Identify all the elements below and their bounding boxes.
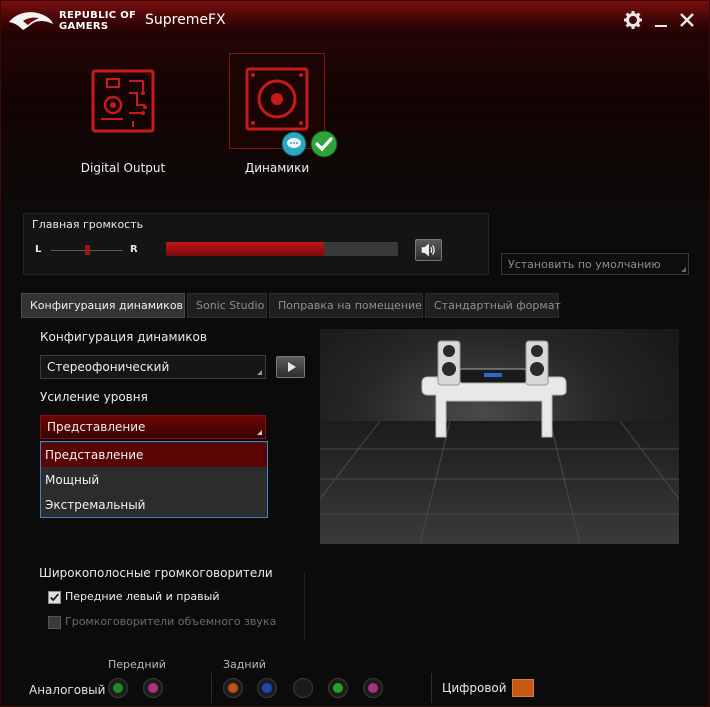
- jack-color: [298, 683, 308, 693]
- gain-option-extreme[interactable]: Экстремальный: [41, 493, 267, 517]
- jack-color: [333, 683, 343, 693]
- left-channel-label: L: [35, 244, 42, 255]
- jack-separator: [211, 673, 212, 703]
- set-default-corner-icon: [681, 267, 686, 272]
- surround-label: Громкоговорители объемного звука: [65, 615, 277, 628]
- tab-room-correction[interactable]: Поправка на помещение: [269, 293, 423, 318]
- minimize-icon[interactable]: [651, 10, 671, 30]
- gain-option-powerful[interactable]: Мощный: [41, 468, 267, 492]
- digital-port-icon[interactable]: [512, 679, 534, 697]
- close-icon[interactable]: [677, 10, 697, 30]
- speaker-preview-image: [320, 329, 679, 544]
- master-volume-panel: Главная громкость L R: [23, 213, 489, 275]
- checkmark-icon: [310, 130, 338, 158]
- gain-dropdown-list: Представление Мощный Экстремальный: [40, 441, 268, 518]
- speaker-config-value: Стереофонический: [47, 360, 170, 374]
- rear-jacks-label: Задний: [223, 658, 266, 671]
- front-jacks-label: Передний: [108, 658, 166, 671]
- set-default-button[interactable]: Установить по умолчанию: [501, 253, 689, 275]
- wideband-title: Широкополосные громкоговорители: [39, 566, 273, 580]
- jack-color: [148, 683, 158, 693]
- surround-checkbox[interactable]: Громкоговорители объемного звука: [48, 615, 278, 631]
- rear-jack-green[interactable]: [328, 678, 348, 698]
- speaker-config-select[interactable]: Стереофонический: [40, 355, 266, 379]
- balance-slider-handle[interactable]: [85, 245, 90, 255]
- jack-color: [228, 683, 238, 693]
- dropdown-corner-icon: [257, 370, 262, 375]
- front-jack-green[interactable]: [108, 678, 128, 698]
- digital-label: Цифровой: [442, 681, 507, 695]
- mute-speaker-icon[interactable]: [415, 239, 442, 261]
- speaker-stage-illustration: [320, 340, 679, 544]
- checkbox-checked-icon: [48, 591, 61, 604]
- tab-default-format[interactable]: Стандартный формат: [425, 293, 561, 318]
- brand-text: REPUBLIC OF GAMERS: [59, 10, 136, 32]
- gain-option-performance[interactable]: Представление: [41, 443, 267, 467]
- rear-jack-pink[interactable]: [363, 678, 383, 698]
- jack-color: [113, 683, 123, 693]
- digital-output-icon: [91, 69, 155, 133]
- speaker-config-label: Конфигурация динамиков: [40, 330, 207, 344]
- dropdown-corner-icon: [257, 430, 262, 435]
- jack-color: [262, 683, 272, 693]
- jack-color: [368, 683, 378, 693]
- gain-label: Усиление уровня: [40, 390, 148, 404]
- jack-separator: [431, 673, 432, 703]
- master-volume-fill: [166, 242, 324, 256]
- front-lr-label: Передние левый и правый: [65, 590, 220, 603]
- chat-bubble-icon[interactable]: [281, 131, 307, 157]
- supremefx-window: REPUBLIC OF GAMERS SupremeFX Digital Out…: [0, 0, 710, 707]
- device-label: Динамики: [244, 161, 310, 175]
- analog-label: Аналоговый: [29, 683, 106, 697]
- front-jack-pink[interactable]: [143, 678, 163, 698]
- rear-jack-orange[interactable]: [223, 678, 243, 698]
- gain-value: Представление: [47, 420, 146, 434]
- play-test-button[interactable]: [276, 356, 305, 378]
- checkbox-unchecked-icon: [48, 616, 61, 629]
- rog-logo-icon: [9, 12, 53, 31]
- device-digital-output[interactable]: Digital Output: [53, 61, 193, 186]
- device-speakers[interactable]: Динамики: [207, 53, 347, 183]
- master-volume-title: Главная громкость: [32, 218, 144, 231]
- rear-jack-blue[interactable]: [257, 678, 277, 698]
- title-bar: REPUBLIC OF GAMERS SupremeFX: [1, 1, 709, 39]
- brand-line-1: REPUBLIC OF: [59, 10, 137, 21]
- gear-icon[interactable]: [623, 10, 643, 30]
- play-icon: [288, 362, 296, 372]
- gain-select[interactable]: Представление: [40, 415, 266, 439]
- brand-line-2: GAMERS: [59, 21, 109, 32]
- front-lr-checkbox[interactable]: Передние левый и правый: [48, 590, 248, 606]
- app-title: SupremeFX: [145, 12, 226, 28]
- right-channel-label: R: [130, 244, 138, 255]
- tab-speaker-configuration[interactable]: Конфигурация динамиков: [21, 293, 185, 318]
- tab-sonic-studio[interactable]: Sonic Studio: [187, 293, 267, 318]
- master-volume-slider[interactable]: [166, 242, 398, 256]
- device-label: Digital Output: [80, 161, 166, 175]
- rear-jack-black[interactable]: [293, 678, 313, 698]
